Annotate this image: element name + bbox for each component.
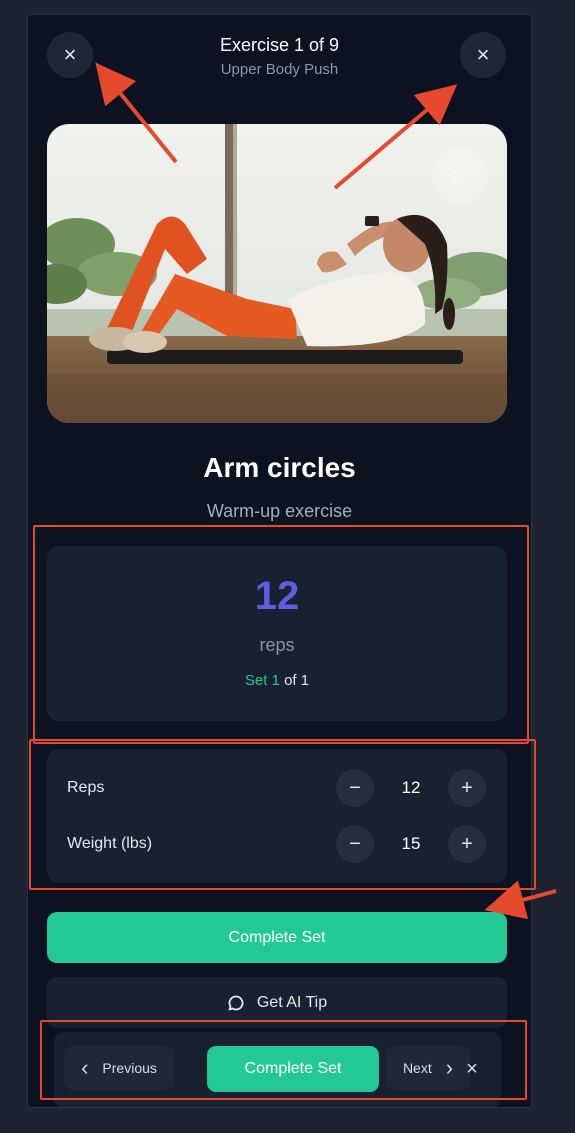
reps-adjust-row: Reps − 12 + [47, 769, 507, 809]
plus-icon: + [461, 832, 473, 855]
adjust-card: Reps − 12 + Weight (lbs) − 15 + [47, 749, 507, 883]
chevron-left-icon: ‹ [81, 1055, 89, 1080]
minus-icon: − [349, 832, 361, 855]
next-label: Next [402, 1060, 432, 1076]
minus-icon: − [349, 776, 361, 799]
play-video-button[interactable]: ▷ [432, 148, 488, 204]
chat-bubble-icon [228, 995, 244, 1010]
target-reps-unit: reps [259, 635, 295, 655]
weight-label: Weight (lbs) [67, 835, 153, 852]
target-reps-card: 12 reps Set 1 of 1 [47, 546, 507, 721]
weight-adjust-row: Weight (lbs) − 15 + [47, 825, 507, 865]
play-icon: ▷ [453, 165, 467, 186]
complete-set-button[interactable]: Complete Set [47, 912, 507, 963]
weight-value: 15 [401, 834, 421, 853]
bottom-nav-bar: ‹ Previous Complete Set Next › [54, 1032, 501, 1107]
set-current: 1 [271, 672, 280, 689]
set-total: 1 [300, 672, 310, 689]
reps-label: Reps [67, 779, 105, 796]
exercise-description: Warm-up exercise [206, 501, 353, 521]
set-word: Set [244, 672, 268, 689]
set-progress: Set 1 of 1 [47, 672, 507, 689]
workout-name: Upper Body Push [220, 61, 339, 78]
reps-increment-button[interactable]: + [448, 769, 486, 807]
bottom-complete-set-button[interactable]: Complete Set [207, 1046, 379, 1092]
target-reps-value: 12 [254, 574, 300, 618]
exercise-title: Arm circles [203, 452, 356, 483]
get-ai-tip-button[interactable]: Get AI Tip [47, 977, 507, 1028]
weight-decrement-button[interactable]: − [336, 825, 374, 863]
weight-increment-button[interactable]: + [448, 825, 486, 863]
bottom-complete-set-label: Complete Set [244, 1060, 342, 1077]
set-of: of [284, 672, 297, 689]
chevron-right-icon: › [445, 1055, 454, 1080]
bottom-bar-close-button[interactable]: × [456, 1053, 488, 1085]
complete-set-label: Complete Set [228, 928, 326, 946]
reps-decrement-button[interactable]: − [336, 769, 374, 807]
workout-panel: × × Exercise 1 of 9 Upper Body Push ▷ Ar… [27, 14, 532, 1108]
ai-tip-label: Get AI Tip [256, 993, 328, 1011]
previous-label: Previous [102, 1060, 157, 1076]
plus-icon: + [461, 776, 473, 799]
reps-value: 12 [401, 778, 421, 797]
exercise-counter: Exercise 1 of 9 [219, 35, 340, 55]
previous-button[interactable]: ‹ Previous [64, 1046, 174, 1090]
exercise-image: ▷ [47, 124, 507, 423]
close-icon: × [466, 1057, 478, 1080]
